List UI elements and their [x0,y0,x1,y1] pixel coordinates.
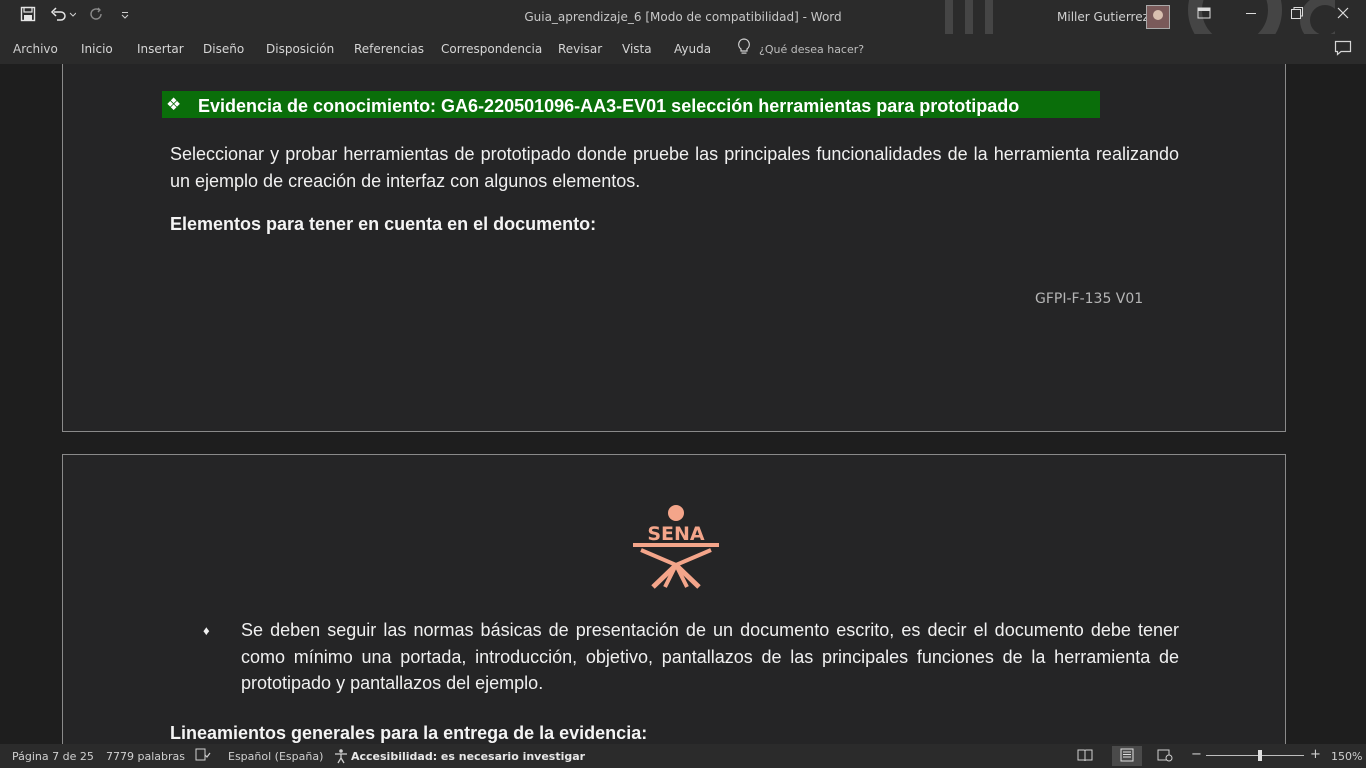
document-area[interactable]: ❖ Evidencia de conocimiento: GA6-2205010… [0,64,1366,744]
close-icon[interactable] [1336,6,1350,25]
tab-archivo[interactable]: Archivo [13,42,58,56]
tab-insertar[interactable]: Insertar [137,42,184,56]
accessibility-status[interactable]: Accesibilidad: es necesario investigar [351,750,585,763]
print-layout-icon[interactable] [1119,748,1135,765]
tab-diseno[interactable]: Diseño [203,42,244,56]
ribbon-tabs: Archivo Inicio Insertar Diseño Disposici… [0,34,1366,64]
document-page[interactable]: SENA ♦ Se deben seguir las normas básica… [62,454,1286,744]
tell-me-search[interactable]: ¿Qué desea hacer? [737,37,865,61]
tab-revisar[interactable]: Revisar [558,42,602,56]
tab-vista[interactable]: Vista [622,42,652,56]
status-bar: Página 7 de 25 7779 palabras Español (Es… [0,744,1366,768]
list-item: Se deben seguir las normas básicas de pr… [241,620,1179,693]
accessibility-icon[interactable] [333,748,349,767]
page-footer-code: GFPI-F-135 V01 [1035,291,1144,307]
sena-logo-text: SENA [647,523,705,545]
zoom-out-button[interactable]: − [1191,747,1202,762]
word-count[interactable]: 7779 palabras [106,750,185,763]
tab-inicio[interactable]: Inicio [81,42,113,56]
list-bullet: ♦ [203,623,210,638]
evidence-heading: Evidencia de conocimiento: GA6-220501096… [198,96,1020,116]
page-count[interactable]: Página 7 de 25 [12,750,94,763]
ribbon-display-options-icon[interactable] [1197,6,1211,25]
minimize-icon[interactable] [1244,6,1258,25]
tab-disposicion[interactable]: Disposición [266,42,334,56]
tab-correspondencia[interactable]: Correspondencia [441,42,542,56]
comments-icon[interactable] [1334,40,1352,61]
restore-icon[interactable] [1290,6,1304,25]
zoom-level[interactable]: 150% [1331,750,1362,763]
tab-ayuda[interactable]: Ayuda [674,42,711,56]
read-mode-icon[interactable] [1077,748,1093,765]
guidelines-subheading: Lineamientos generales para la entrega d… [170,723,648,743]
zoom-slider[interactable] [1206,755,1304,756]
elements-subheading: Elementos para tener en cuenta en el doc… [170,214,597,234]
document-page[interactable]: ❖ Evidencia de conocimiento: GA6-2205010… [62,64,1286,432]
heading-bullet: ❖ [166,95,182,114]
language-indicator[interactable]: Español (España) [228,750,323,763]
title-bar: Guia_aprendizaje_6 [Modo de compatibilid… [0,0,1366,34]
zoom-in-button[interactable]: + [1310,747,1321,762]
evidence-paragraph: Seleccionar y probar herramientas de pro… [170,144,1179,191]
lightbulb-icon [737,37,751,61]
web-layout-icon[interactable] [1157,748,1173,765]
tell-me-label: ¿Qué desea hacer? [759,42,865,56]
zoom-slider-thumb[interactable] [1258,750,1262,761]
user-name[interactable]: Miller Gutierrez [1057,10,1149,24]
sena-logo: SENA [633,505,719,589]
tab-referencias[interactable]: Referencias [354,42,424,56]
avatar[interactable] [1146,5,1170,29]
proofing-icon[interactable] [195,748,211,765]
